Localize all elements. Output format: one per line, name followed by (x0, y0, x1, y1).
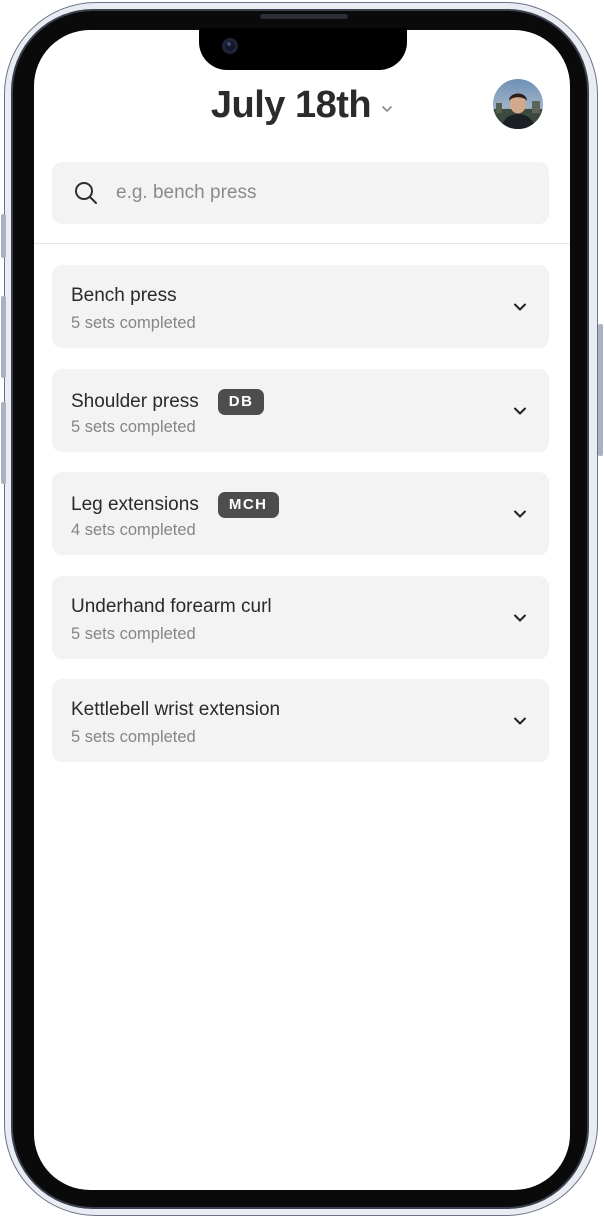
exercise-status: 5 sets completed (71, 417, 196, 436)
page-title: July 18th (210, 84, 372, 126)
exercise-name: Leg extensions (71, 494, 199, 515)
search-input[interactable] (114, 181, 498, 205)
power-button (598, 324, 603, 456)
exercise-status: 5 sets completed (71, 624, 196, 643)
earpiece-speaker (260, 14, 348, 19)
chevron-down-icon[interactable] (512, 506, 528, 522)
date-selector[interactable]: July 18th (211, 84, 393, 127)
exercise-list: Bench press 5 sets completed Shoulder pr… (52, 265, 549, 783)
exercise-card-leg-extensions[interactable]: Leg extensions MCH 4 sets completed (52, 472, 549, 555)
exercise-card-underhand-forearm-curl[interactable]: Underhand forearm curl 5 sets completed (52, 575, 549, 659)
silent-switch (1, 214, 6, 258)
search-bar (52, 162, 549, 224)
chevron-down-icon[interactable] (512, 299, 528, 315)
chevron-down-icon[interactable] (512, 610, 528, 626)
exercise-status: 5 sets completed (71, 728, 196, 746)
volume-up-button (1, 296, 6, 378)
chevron-down-icon (382, 105, 393, 112)
exercise-card-bench-press[interactable]: Bench press 5 sets completed (52, 265, 549, 348)
header-divider (34, 243, 570, 244)
exercise-card-kettlebell-wrist-extension[interactable]: Kettlebell wrist extension 5 sets comple… (52, 679, 549, 762)
exercise-card-shoulder-press[interactable]: Shoulder press DB 5 sets completed (52, 368, 549, 452)
exercise-status: 4 sets completed (71, 521, 196, 539)
exercise-status: 5 sets completed (71, 314, 196, 332)
chevron-down-icon[interactable] (512, 403, 528, 419)
profile-photo-icon (493, 79, 543, 129)
equipment-badge: MCH (217, 492, 279, 518)
exercise-name: Underhand forearm curl (71, 595, 272, 617)
chevron-down-icon[interactable] (512, 713, 528, 729)
front-camera (222, 38, 238, 54)
volume-down-button (1, 402, 6, 484)
search-icon (75, 182, 97, 204)
avatar[interactable] (493, 79, 543, 129)
equipment-badge: DB (217, 388, 265, 415)
exercise-name: Shoulder press (71, 390, 199, 412)
exercise-name: Bench press (71, 285, 177, 306)
exercise-name: Kettlebell wrist extension (71, 699, 281, 720)
